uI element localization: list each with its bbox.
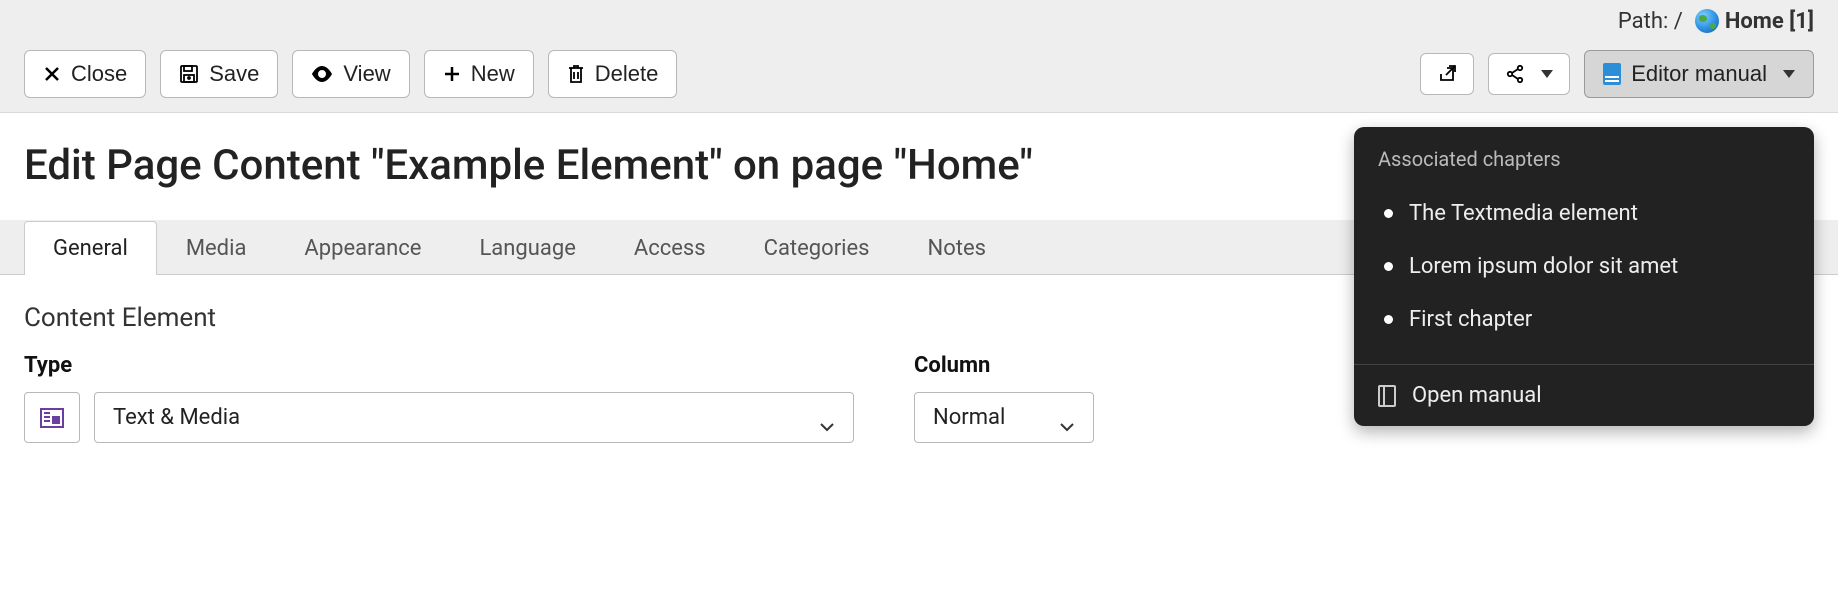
- type-select[interactable]: Text & Media: [94, 392, 854, 443]
- path-bar: Path: / Home [1]: [0, 0, 1838, 42]
- column-select[interactable]: Normal: [914, 392, 1094, 443]
- share-button[interactable]: [1488, 53, 1570, 95]
- trash-icon: [567, 64, 585, 84]
- chapter-item[interactable]: First chapter: [1378, 293, 1790, 346]
- editor-manual-label: Editor manual: [1631, 61, 1767, 87]
- book-icon: [1378, 385, 1396, 407]
- type-icon-box: [24, 392, 80, 443]
- tab-general[interactable]: General: [24, 221, 157, 275]
- close-button[interactable]: Close: [24, 50, 146, 98]
- column-value: Normal: [933, 405, 1005, 430]
- globe-icon: [1695, 9, 1719, 33]
- editor-manual-button[interactable]: Editor manual: [1584, 50, 1814, 98]
- toolbar: Close Save View New Delete: [0, 42, 1838, 113]
- tab-media[interactable]: Media: [157, 221, 276, 275]
- column-label: Column: [914, 353, 1094, 378]
- field-type: Type Text & Media: [24, 353, 854, 443]
- external-link-icon: [1437, 64, 1457, 84]
- chapter-item[interactable]: The Textmedia element: [1378, 187, 1790, 240]
- eye-icon: [311, 66, 333, 82]
- path-label: Path: /: [1618, 9, 1683, 34]
- content-type-icon: [40, 408, 64, 428]
- type-value: Text & Media: [113, 405, 240, 430]
- popover-title: Associated chapters: [1354, 127, 1814, 181]
- close-icon: [43, 65, 61, 83]
- tab-categories[interactable]: Categories: [735, 221, 899, 275]
- bullet-icon: [1384, 209, 1393, 218]
- view-button[interactable]: View: [292, 50, 409, 98]
- open-manual-label: Open manual: [1412, 383, 1542, 408]
- chevron-down-icon: [1541, 70, 1553, 78]
- delete-button[interactable]: Delete: [548, 50, 678, 98]
- delete-label: Delete: [595, 61, 659, 87]
- save-label: Save: [209, 61, 259, 87]
- bullet-icon: [1384, 315, 1393, 324]
- tab-access[interactable]: Access: [605, 221, 735, 275]
- manual-icon: [1603, 63, 1621, 85]
- open-external-button[interactable]: [1420, 53, 1474, 95]
- new-label: New: [471, 61, 515, 87]
- path-page[interactable]: Home [1]: [1725, 9, 1814, 34]
- save-button[interactable]: Save: [160, 50, 278, 98]
- editor-manual-popover: Associated chapters The Textmedia elemen…: [1354, 127, 1814, 426]
- chevron-down-icon: [1059, 413, 1075, 423]
- chapter-label: The Textmedia element: [1409, 201, 1638, 226]
- close-label: Close: [71, 61, 127, 87]
- field-column: Column Normal: [914, 353, 1094, 443]
- new-button[interactable]: New: [424, 50, 534, 98]
- chevron-down-icon: [819, 413, 835, 423]
- tab-notes[interactable]: Notes: [899, 221, 1015, 275]
- chapter-label: Lorem ipsum dolor sit amet: [1409, 254, 1678, 279]
- share-icon: [1505, 64, 1525, 84]
- tab-appearance[interactable]: Appearance: [275, 221, 450, 275]
- floppy-icon: [179, 64, 199, 84]
- plus-icon: [443, 65, 461, 83]
- type-label: Type: [24, 353, 854, 378]
- chapter-item[interactable]: Lorem ipsum dolor sit amet: [1378, 240, 1790, 293]
- view-label: View: [343, 61, 390, 87]
- tab-language[interactable]: Language: [450, 221, 604, 275]
- bullet-icon: [1384, 262, 1393, 271]
- chapter-label: First chapter: [1409, 307, 1532, 332]
- chevron-down-icon: [1783, 70, 1795, 78]
- open-manual-button[interactable]: Open manual: [1354, 364, 1814, 426]
